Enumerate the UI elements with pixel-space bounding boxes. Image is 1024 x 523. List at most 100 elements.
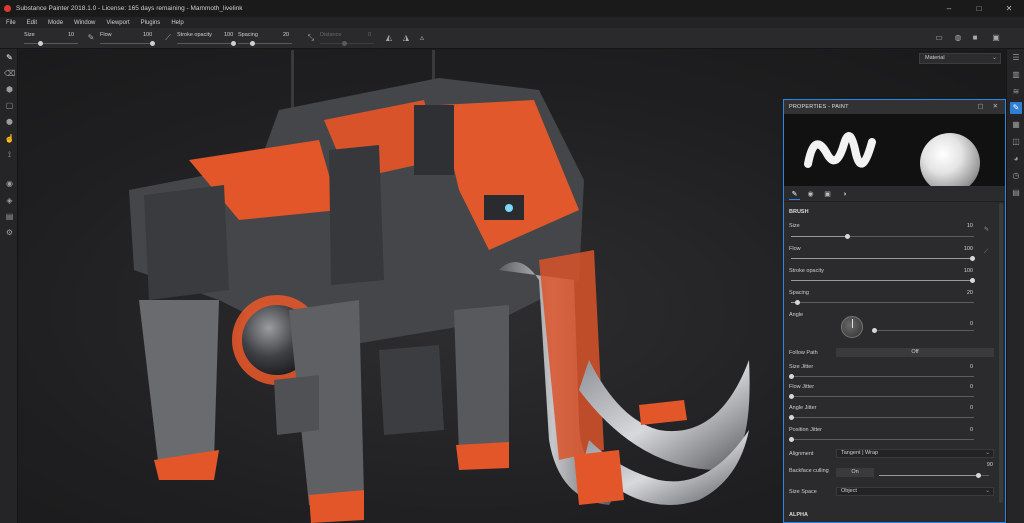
backface-culling-knob[interactable] [976,473,981,478]
layers-icon[interactable]: ≋ [1010,86,1022,98]
size-jitter-value[interactable]: 0 [943,364,973,370]
backface-culling-value[interactable]: 90 [963,462,993,468]
environment-icon[interactable]: ◍ [953,33,963,43]
backface-culling-track[interactable] [879,475,989,476]
projection-icon[interactable]: ⬢ [4,84,15,95]
smudge-icon[interactable]: ☝ [4,133,15,144]
follow-path-toggle[interactable]: Off [836,348,994,357]
angle-jitter-knob[interactable] [789,415,794,420]
size-knob[interactable] [38,41,43,46]
bake-icon[interactable]: ▤ [4,211,15,222]
angle-jitter-track[interactable] [791,417,974,418]
flow-knob[interactable] [970,256,975,261]
display-settings-icon[interactable]: ◫ [1010,136,1022,148]
stroke-opacity-knob[interactable] [231,41,236,46]
selection-icon[interactable]: ◈ [4,195,15,206]
close-panel-icon[interactable]: ✕ [991,102,1000,111]
spacing-knob[interactable] [250,41,255,46]
angle-jitter-value[interactable]: 0 [943,405,973,411]
eraser-icon[interactable]: ⌫ [4,68,15,79]
angle-track[interactable] [872,330,974,331]
size-track[interactable] [24,43,78,44]
angle-value[interactable]: 0 [943,321,973,327]
flow-slider[interactable]: Flow 100 [100,31,156,47]
symmetry-mirror-icon[interactable]: ◮ [401,33,411,43]
flow-jitter-knob[interactable] [789,394,794,399]
spacing-value[interactable]: 20 [283,32,289,38]
size-slider[interactable]: Size 10 [24,31,80,47]
spacing-slider[interactable]: Spacing 20 [238,31,292,47]
spacing-knob[interactable] [795,300,800,305]
flow-track[interactable] [100,43,154,44]
flow-jitter-value[interactable]: 0 [943,384,973,390]
spacing-track[interactable] [238,43,292,44]
float-panel-icon[interactable]: ▢ [976,102,985,111]
properties-icon[interactable]: ✎ [1010,102,1022,114]
close-button[interactable]: ✕ [994,0,1024,17]
size-value[interactable]: 10 [68,32,74,38]
symmetry-axis-icon[interactable]: ▵ [417,33,427,43]
maximize-button[interactable]: □ [964,0,994,17]
distance-value[interactable]: 0 [368,32,371,38]
distance-slider[interactable]: Distance 0 [320,31,374,47]
flow-pen-pressure-icon[interactable]: ⟋ [984,249,988,256]
size-space-select[interactable]: Object ⌄ [836,487,994,496]
camera-icon[interactable]: ■ [970,33,980,43]
size-track[interactable] [791,236,974,237]
flow-track[interactable] [791,258,974,259]
angle-knob[interactable] [872,328,877,333]
stroke-opacity-slider[interactable]: Stroke opacity 100 [177,31,236,47]
position-jitter-track[interactable] [791,439,974,440]
properties-scrollbar[interactable] [999,203,1003,503]
size-pen-pressure-icon[interactable]: ✎ [86,33,96,43]
tab-stencil-icon[interactable]: ▣ [822,189,833,200]
spacing-value[interactable]: 20 [943,290,973,296]
menu-plugins[interactable]: Plugins [141,20,161,26]
minimize-button[interactable]: – [934,0,964,17]
symmetry-icon[interactable]: ◭ [384,33,394,43]
stroke-opacity-track[interactable] [791,280,974,281]
lazy-mouse-icon[interactable]: ⤡ [306,33,316,43]
viewport-mode-icon[interactable]: ▭ [934,33,944,43]
size-value[interactable]: 10 [943,223,973,229]
size-pen-pressure-icon[interactable]: ✎ [984,226,989,233]
angle-dial[interactable] [841,316,863,338]
flow-value[interactable]: 100 [143,32,152,38]
clone-icon[interactable]: ⟟ [4,149,15,160]
paint-brush-icon[interactable]: ✎ [4,52,15,63]
tab-alpha-icon[interactable]: ◉ [805,189,816,200]
distance-knob[interactable] [342,41,347,46]
stroke-opacity-knob[interactable] [970,278,975,283]
spacing-track[interactable] [791,302,974,303]
log-icon[interactable]: ▤ [1010,187,1022,199]
size-jitter-knob[interactable] [789,374,794,379]
flow-value[interactable]: 100 [943,246,973,252]
flow-knob[interactable] [150,41,155,46]
menu-viewport[interactable]: Viewport [106,20,129,26]
alignment-select[interactable]: Tangent | Wrap ⌄ [836,449,994,458]
position-jitter-knob[interactable] [789,437,794,442]
position-jitter-value[interactable]: 0 [943,427,973,433]
history-icon[interactable]: ◷ [1010,170,1022,182]
screenshot-icon[interactable]: ▣ [991,33,1001,43]
shader-settings-icon[interactable]: ◕ [1010,153,1022,165]
settings-icon[interactable]: ⚙ [4,227,15,238]
color-picker-icon[interactable]: ◉ [4,178,15,189]
geometry-decal-icon[interactable]: ▢ [4,100,15,111]
stroke-opacity-value[interactable]: 100 [224,32,233,38]
stroke-opacity-track[interactable] [177,43,235,44]
tab-brush-icon[interactable]: ✎ [789,189,800,200]
flow-pen-pressure-icon[interactable]: ⟋ [163,33,173,43]
stroke-opacity-value[interactable]: 100 [943,268,973,274]
tab-material-icon[interactable]: ◑ [839,189,850,200]
size-jitter-track[interactable] [791,376,974,377]
menu-edit[interactable]: Edit [27,20,37,26]
distance-track[interactable] [320,43,374,44]
menu-window[interactable]: Window [74,20,95,26]
menu-help[interactable]: Help [171,20,183,26]
flow-jitter-track[interactable] [791,396,974,397]
menu-file[interactable]: File [6,20,16,26]
texture-set-settings-icon[interactable]: ▥ [1010,69,1022,81]
menu-mode[interactable]: Mode [48,20,63,26]
backface-culling-toggle[interactable]: On [836,468,874,477]
